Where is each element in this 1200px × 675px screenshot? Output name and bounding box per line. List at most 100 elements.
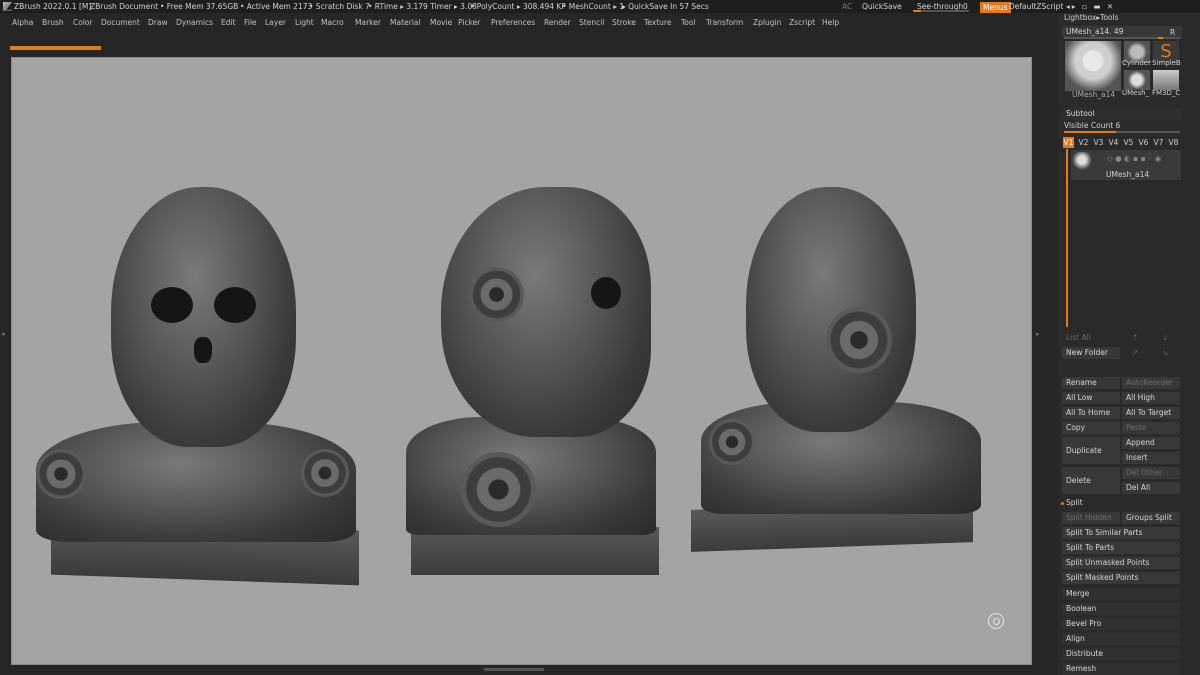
auto-reorder-button[interactable]: AutoReorder <box>1122 377 1180 389</box>
append-button[interactable]: Append <box>1122 437 1180 449</box>
default-zscript-button[interactable]: DefaultZScript <box>1009 2 1063 11</box>
arrow-down-icon[interactable]: ⇣ <box>1162 333 1168 342</box>
all-high-button[interactable]: All High <box>1122 392 1180 404</box>
version-button-v8[interactable]: V8 <box>1168 137 1179 148</box>
menu-light[interactable]: Light <box>295 18 314 27</box>
all-low-button[interactable]: All Low <box>1062 392 1120 404</box>
copy-button[interactable]: Copy <box>1062 422 1120 434</box>
tool-r-button[interactable]: R <box>1170 28 1175 37</box>
menu-dynamics[interactable]: Dynamics <box>176 18 213 27</box>
bottom-tray-handle[interactable] <box>484 668 544 671</box>
subtool-toggle-icons[interactable]: ◇ ● ◐ ▪ ▪ ◦ ◉ <box>1107 154 1161 163</box>
split-section-header[interactable]: Split <box>1062 497 1180 509</box>
menu-zplugin[interactable]: Zplugin <box>753 18 781 27</box>
duplicate-button[interactable]: Duplicate <box>1062 437 1120 464</box>
delete-button[interactable]: Delete <box>1062 467 1120 494</box>
see-through-slider[interactable] <box>913 10 969 12</box>
split-masked-button[interactable]: Split Masked Points <box>1062 572 1180 584</box>
version-button-v2[interactable]: V2 <box>1078 137 1089 148</box>
all-to-home-button[interactable]: All To Home <box>1062 407 1120 419</box>
left-tray-handle-icon[interactable]: ◂ <box>1 330 6 346</box>
sculpt-back-view <box>691 187 991 557</box>
visible-count-slider-fill <box>1064 131 1116 133</box>
version-button-v6[interactable]: V6 <box>1138 137 1149 148</box>
menu-help[interactable]: Help <box>822 18 839 27</box>
menu-marker[interactable]: Marker <box>355 18 381 27</box>
subtool-item-name: UMesh_a14 <box>1106 170 1150 179</box>
tool-thumbnail-umesh[interactable] <box>1065 41 1121 91</box>
move-down-icon[interactable]: ↘ <box>1162 348 1168 357</box>
rtime-timer: • RTime ▸ 3.179 Timer ▸ 3.08 <box>368 2 477 11</box>
all-to-target-button[interactable]: All To Target <box>1122 407 1180 419</box>
menus-button[interactable]: Menus <box>980 2 1011 13</box>
menu-file[interactable]: File <box>244 18 257 27</box>
version-button-v5[interactable]: V5 <box>1123 137 1134 148</box>
distribute-section-header[interactable]: Distribute <box>1062 648 1180 660</box>
arrow-up-icon[interactable]: ⇡ <box>1132 333 1138 342</box>
lightbox-tools-label[interactable]: Lightbox▸Tools <box>1064 13 1119 22</box>
app-title: ZBrush 2022.0.1 [M] <box>14 2 92 11</box>
sculpt-side-view <box>401 187 671 582</box>
thumb-simpleb-label: SimpleB <box>1152 59 1181 67</box>
list-all-button[interactable]: List All <box>1062 332 1118 344</box>
split-similar-parts-button[interactable]: Split To Similar Parts <box>1062 527 1180 539</box>
boolean-section-header[interactable]: Boolean <box>1062 603 1180 615</box>
menu-picker[interactable]: Picker <box>458 18 480 27</box>
version-button-v4[interactable]: V4 <box>1108 137 1119 148</box>
ac-button[interactable]: AC <box>842 2 852 11</box>
thumb-cylinder-label: Cylinder <box>1122 59 1151 67</box>
window-controls-icon[interactable]: ◂▸ ▫ ▬ ✕ <box>1066 2 1115 11</box>
right-tray-handle-icon[interactable]: ▸ <box>1036 330 1041 346</box>
subtool-header[interactable]: Subtool <box>1062 108 1182 120</box>
menu-material[interactable]: Material <box>390 18 420 27</box>
split-hidden-button[interactable]: Split Hidden <box>1062 512 1120 524</box>
menu-movie[interactable]: Movie <box>430 18 452 27</box>
sculpt-front-view <box>36 187 371 587</box>
menu-tool[interactable]: Tool <box>681 18 696 27</box>
menu-edit[interactable]: Edit <box>221 18 236 27</box>
version-button-v1[interactable]: V1 <box>1063 137 1074 148</box>
split-to-parts-button[interactable]: Split To Parts <box>1062 542 1180 554</box>
align-section-header[interactable]: Align <box>1062 633 1180 645</box>
menu-brush[interactable]: Brush <box>42 18 64 27</box>
del-all-button[interactable]: Del All <box>1122 482 1180 494</box>
subtool-scrollbar[interactable] <box>1066 149 1068 327</box>
fm3d-thumbnail[interactable] <box>1153 70 1179 90</box>
menu-document[interactable]: Document <box>101 18 140 27</box>
title-bar: ZBrush 2022.0.1 [M] ZBrush Document • Fr… <box>0 0 1200 13</box>
quicksave-button[interactable]: QuickSave <box>862 2 902 11</box>
umesh-small-thumbnail[interactable] <box>1124 70 1150 90</box>
rename-button[interactable]: Rename <box>1062 377 1120 389</box>
menu-layer[interactable]: Layer <box>265 18 286 27</box>
menu-texture[interactable]: Texture <box>644 18 671 27</box>
thumb-main-label: UMesh_a14 <box>1072 90 1116 99</box>
menu-alpha[interactable]: Alpha <box>12 18 33 27</box>
menu-render[interactable]: Render <box>544 18 571 27</box>
menu-transform[interactable]: Transform <box>706 18 743 27</box>
menu-macro[interactable]: Macro <box>321 18 344 27</box>
menu-stencil[interactable]: Stencil <box>579 18 604 27</box>
del-other-button[interactable]: Del Other <box>1122 467 1180 479</box>
move-up-icon[interactable]: ↗ <box>1132 348 1138 357</box>
orbit-icon[interactable] <box>988 613 1004 629</box>
canvas-viewport[interactable] <box>11 57 1032 665</box>
menu-color[interactable]: Color <box>73 18 93 27</box>
menu-stroke[interactable]: Stroke <box>612 18 636 27</box>
insert-button[interactable]: Insert <box>1122 452 1180 464</box>
subtool-thumbnail <box>1073 152 1091 172</box>
version-button-v7[interactable]: V7 <box>1153 137 1164 148</box>
menu-draw[interactable]: Draw <box>148 18 168 27</box>
paste-button[interactable]: Paste <box>1122 422 1180 434</box>
visible-count-slider-label[interactable]: Visible Count 6 <box>1064 121 1120 130</box>
version-button-v3[interactable]: V3 <box>1093 137 1104 148</box>
bevel-pro-section-header[interactable]: Bevel Pro <box>1062 618 1180 630</box>
menu-preferences[interactable]: Preferences <box>491 18 535 27</box>
groups-split-button[interactable]: Groups Split <box>1122 512 1180 524</box>
new-folder-button[interactable]: New Folder <box>1062 347 1120 359</box>
menu-zscript[interactable]: Zscript <box>789 18 815 27</box>
split-unmasked-button[interactable]: Split Unmasked Points <box>1062 557 1180 569</box>
merge-section-header[interactable]: Merge <box>1062 588 1180 600</box>
remesh-section-header[interactable]: Remesh <box>1062 663 1180 675</box>
zbrush-logo-icon <box>3 2 12 11</box>
scratch-disk: • Scratch Disk 7 <box>309 2 370 11</box>
